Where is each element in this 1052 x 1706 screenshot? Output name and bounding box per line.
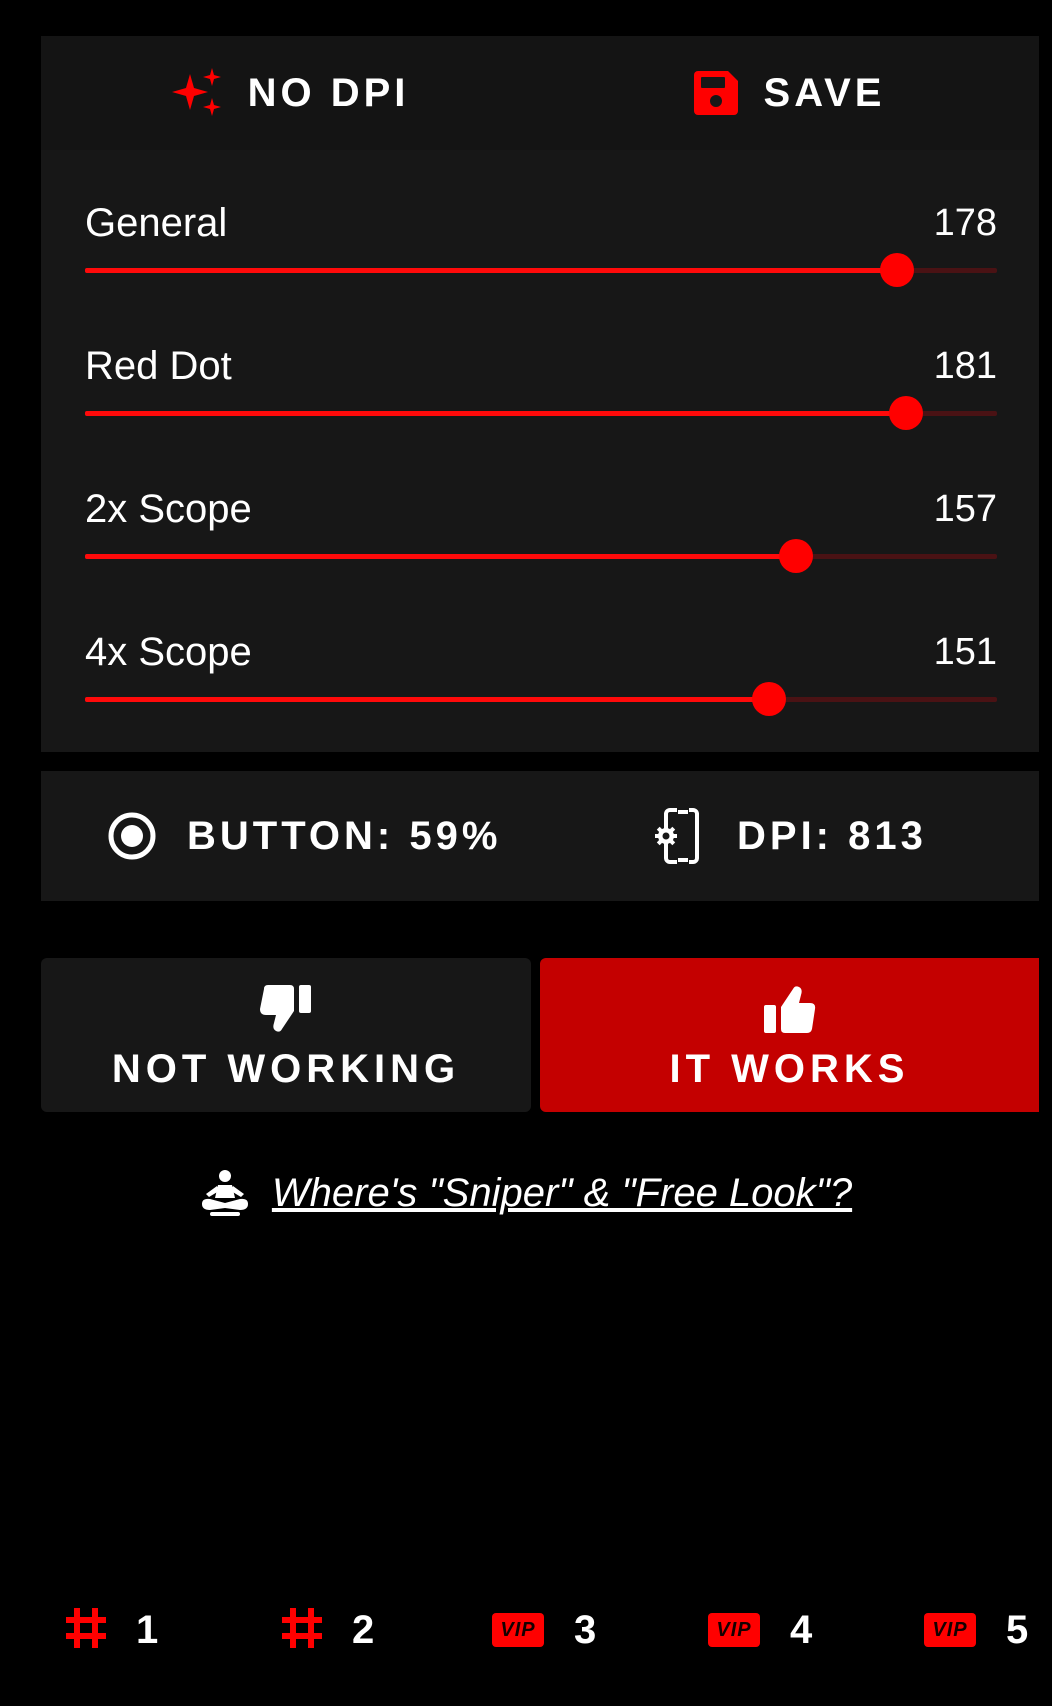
slider-thumb[interactable] bbox=[779, 539, 814, 573]
slider-thumb[interactable] bbox=[752, 682, 786, 716]
save-button[interactable]: SAVE bbox=[540, 36, 1039, 150]
no-dpi-button[interactable]: NO DPI bbox=[41, 36, 540, 150]
nav-number: 2 bbox=[352, 1607, 375, 1652]
sparkles-icon bbox=[171, 68, 222, 118]
slider-label: General bbox=[85, 201, 228, 245]
dpi-text: DPI: 813 bbox=[737, 813, 927, 858]
sensitivity-panel: NO DPI SAVE General 178 Red Dot 181 2x S… bbox=[41, 36, 1039, 752]
slider-fill bbox=[85, 554, 797, 559]
button-size-text: BUTTON: 59% bbox=[187, 813, 502, 858]
phone-settings-icon bbox=[653, 808, 701, 864]
it-works-button[interactable]: IT WORKS bbox=[540, 958, 1039, 1112]
nav-number: 4 bbox=[790, 1607, 813, 1652]
toolbar: NO DPI SAVE bbox=[41, 36, 1039, 150]
bottom-nav: 1 2 VIP 3 VIP 4 VIP 5 bbox=[0, 1590, 1052, 1670]
slider-fill bbox=[85, 268, 897, 273]
slider-track[interactable] bbox=[85, 539, 997, 573]
meditation-icon bbox=[200, 1170, 250, 1216]
help-link-row: Where's "Sniper" & "Free Look"? bbox=[0, 1170, 1052, 1216]
floppy-disk-icon bbox=[693, 71, 738, 115]
slider-label: 2x Scope bbox=[85, 487, 252, 531]
slider-fill bbox=[85, 697, 769, 702]
nav-item-5[interactable]: VIP 5 bbox=[924, 1590, 1028, 1670]
nav-number: 5 bbox=[1006, 1607, 1029, 1652]
thumbs-up-icon bbox=[763, 979, 816, 1033]
slider-general: General 178 bbox=[85, 199, 997, 309]
hashtag-icon bbox=[282, 1607, 322, 1653]
slider-value: 151 bbox=[933, 631, 997, 673]
nav-number: 3 bbox=[574, 1607, 597, 1652]
slider-value: 181 bbox=[933, 345, 997, 387]
button-size-info[interactable]: BUTTON: 59% bbox=[107, 771, 501, 901]
not-working-label: NOT WORKING bbox=[111, 1046, 461, 1091]
vip-badge-icon: VIP bbox=[708, 1613, 760, 1647]
nav-item-3[interactable]: VIP 3 bbox=[492, 1590, 596, 1670]
slider-label: 4x Scope bbox=[85, 630, 252, 674]
no-dpi-label: NO DPI bbox=[247, 70, 410, 115]
save-label: SAVE bbox=[763, 70, 886, 115]
slider-value: 157 bbox=[933, 488, 997, 530]
slider-label: Red Dot bbox=[85, 344, 232, 388]
slider-thumb[interactable] bbox=[888, 396, 923, 430]
nav-item-1[interactable]: 1 bbox=[66, 1590, 158, 1670]
vip-badge-icon: VIP bbox=[924, 1613, 976, 1647]
slider-red-dot: Red Dot 181 bbox=[85, 342, 997, 452]
not-working-button[interactable]: NOT WORKING bbox=[41, 958, 531, 1112]
sniper-free-look-link[interactable]: Where's "Sniper" & "Free Look"? bbox=[272, 1171, 852, 1216]
it-works-label: IT WORKS bbox=[669, 1046, 910, 1091]
hashtag-icon bbox=[66, 1607, 106, 1653]
slider-fill bbox=[85, 411, 906, 416]
slider-thumb[interactable] bbox=[879, 253, 914, 287]
thumbs-down-icon bbox=[260, 979, 312, 1033]
nav-number: 1 bbox=[136, 1607, 159, 1652]
slider-4x-scope: 4x Scope 151 bbox=[85, 628, 997, 738]
slider-track[interactable] bbox=[85, 253, 997, 287]
slider-track[interactable] bbox=[85, 682, 997, 716]
slider-track[interactable] bbox=[85, 396, 997, 430]
slider-value: 178 bbox=[933, 202, 997, 244]
vip-badge-icon: VIP bbox=[492, 1613, 544, 1647]
slider-2x-scope: 2x Scope 157 bbox=[85, 485, 997, 595]
info-panel: BUTTON: 59% DPI: 813 bbox=[41, 771, 1039, 901]
nav-item-2[interactable]: 2 bbox=[282, 1590, 374, 1670]
dpi-info[interactable]: DPI: 813 bbox=[653, 771, 927, 901]
radio-target-icon bbox=[107, 811, 157, 861]
nav-item-4[interactable]: VIP 4 bbox=[708, 1590, 812, 1670]
